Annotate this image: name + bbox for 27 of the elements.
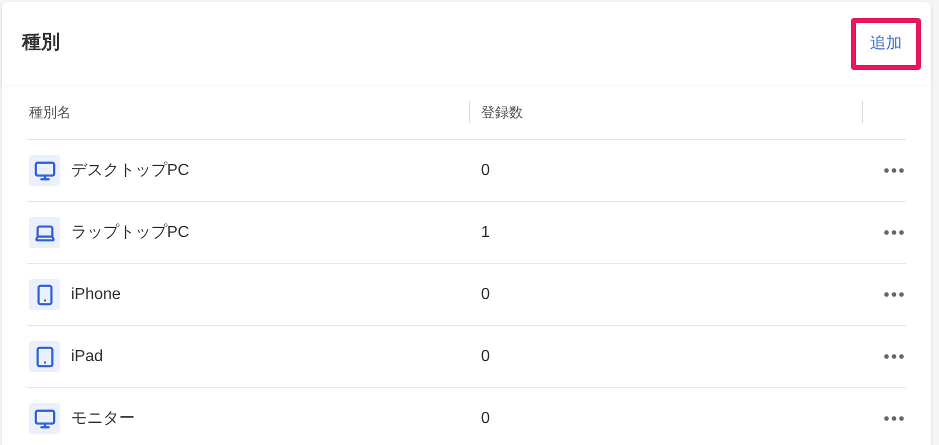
more-icon bbox=[884, 416, 904, 421]
more-options-button[interactable] bbox=[882, 352, 906, 361]
more-icon bbox=[884, 230, 904, 235]
count-cell-text: 0 bbox=[480, 160, 491, 180]
more-icon bbox=[884, 292, 904, 297]
column-header: 登録数 bbox=[480, 102, 524, 122]
count-cell-text: 1 bbox=[480, 222, 491, 242]
count-cell-text: 0 bbox=[480, 346, 491, 366]
type-name: ラップトップPC bbox=[71, 222, 190, 242]
tablet-icon bbox=[34, 346, 56, 368]
more-options-button[interactable] bbox=[882, 228, 906, 237]
more-options-button[interactable] bbox=[882, 414, 906, 423]
more-options-button[interactable] bbox=[882, 166, 906, 175]
monitor-icon bbox=[34, 408, 56, 430]
more-icon bbox=[884, 168, 904, 173]
add-button[interactable]: 追加 bbox=[851, 18, 921, 70]
count-cell-text: 0 bbox=[480, 408, 491, 428]
type-name: iPad bbox=[71, 346, 104, 366]
desktop-icon bbox=[34, 160, 56, 182]
type-name: モニター bbox=[71, 408, 135, 428]
more-options-button[interactable] bbox=[882, 290, 906, 299]
section-title: 種別 bbox=[22, 31, 60, 56]
type-name: iPhone bbox=[71, 284, 121, 304]
column-header: 種別名 bbox=[28, 102, 72, 122]
type-name: デスクトップPC bbox=[71, 160, 190, 180]
more-icon bbox=[884, 354, 904, 359]
count-cell-text: 0 bbox=[480, 284, 491, 304]
